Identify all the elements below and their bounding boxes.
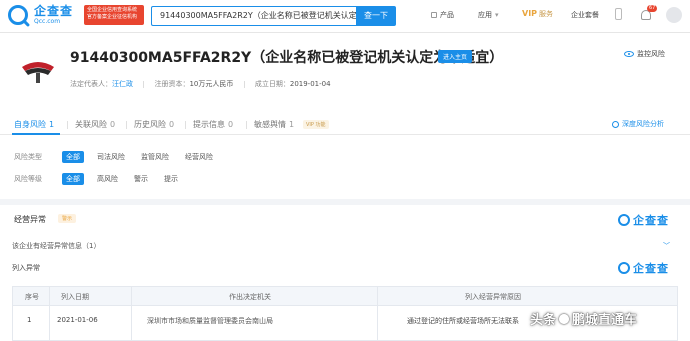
- toutiao-watermark: 头条 鹏城直通车: [530, 309, 637, 328]
- risk-level-label: 风险等级: [14, 175, 42, 183]
- watermark-name: 鹏城直通车: [572, 313, 638, 328]
- monitor-risk-button[interactable]: 监控风险: [624, 49, 665, 59]
- type-filter-judicial[interactable]: 司法风险: [93, 151, 129, 163]
- qcc-watermark: 企查查: [618, 212, 669, 228]
- table-cell: 2021-01-06: [57, 316, 98, 324]
- tab-history-risk[interactable]: 历史风险 0: [134, 119, 174, 130]
- chevron-down-icon: ▾: [495, 11, 499, 19]
- column-header: 列入经营异常原因: [465, 293, 521, 301]
- notification-count: 67: [647, 5, 658, 12]
- active-tab-indicator: [12, 133, 60, 135]
- deep-risk-analysis-link[interactable]: 深度风险分析: [612, 119, 664, 129]
- table-cell: 1: [27, 316, 32, 324]
- logo-cn-text: 企查查: [34, 4, 74, 18]
- type-filter-all[interactable]: 全部: [62, 151, 84, 163]
- type-filter-regulatory[interactable]: 监管风险: [137, 151, 173, 163]
- nav-enterprise[interactable]: 企业套餐: [571, 10, 599, 20]
- nav-products[interactable]: 产品: [431, 10, 454, 20]
- meta-divider: [243, 80, 245, 88]
- table-cell: 深圳市市场和质量监督管理委员会南山局: [147, 317, 273, 325]
- search-button[interactable]: 查一下: [356, 6, 396, 26]
- phone-icon[interactable]: [615, 8, 622, 20]
- abnormal-info-summary: 该企业有经营异常信息（1）: [12, 242, 101, 250]
- magnifier-logo-icon: [8, 5, 28, 25]
- section-divider: [0, 199, 690, 205]
- warning-tag: 警示: [58, 214, 77, 223]
- legal-rep-label: 法定代表人：: [70, 80, 112, 88]
- level-filter-high[interactable]: 高风险: [93, 173, 122, 185]
- qcc-watermark-icon: [618, 262, 630, 274]
- nav-apps[interactable]: 应用 ▾: [478, 10, 499, 20]
- tab-hint-info[interactable]: 提示信息 0: [193, 119, 233, 130]
- search-input[interactable]: 91440300MA5FFA2R2Y（企业名称已被登记机关认定: [151, 6, 356, 26]
- capital-value: 10万元人民币: [189, 80, 234, 88]
- enter-homepage-button[interactable]: 进入主页: [438, 50, 473, 63]
- qcc-logo[interactable]: 企查查 Qcc.com: [8, 5, 73, 25]
- level-filter-warning[interactable]: 警示: [130, 173, 152, 185]
- meta-divider: [143, 80, 145, 88]
- qcc-watermark-icon: [618, 214, 630, 226]
- tab-related-risk[interactable]: 关联风险 0: [75, 119, 115, 130]
- founded-label: 成立日期：: [254, 80, 290, 88]
- company-meta: 法定代表人：汪仁政 注册资本：10万元人民币 成立日期：2019-01-04: [70, 79, 331, 89]
- type-filter-operational[interactable]: 经营风险: [181, 151, 217, 163]
- nav-vip-sub: 服务: [539, 10, 554, 18]
- nav-vip[interactable]: VIP 服务: [522, 9, 553, 19]
- section-title: 经营异常: [14, 215, 46, 224]
- founded-value: 2019-01-04: [289, 80, 331, 88]
- logo-en-text: Qcc.com: [34, 18, 61, 25]
- level-filter-all[interactable]: 全部: [62, 173, 84, 185]
- risk-type-label: 风险类型: [14, 153, 42, 161]
- legal-rep-link[interactable]: 汪仁政: [112, 80, 133, 88]
- analysis-icon: [612, 120, 619, 128]
- table-header: 序号 列入日期 作出决定机关 列入经营异常原因: [13, 287, 677, 306]
- column-header: 序号: [25, 293, 39, 301]
- nav-vip-label: VIP: [522, 9, 538, 18]
- column-header: 列入日期: [61, 293, 89, 301]
- avatar[interactable]: [666, 7, 682, 23]
- nav-products-label: 产品: [440, 11, 454, 19]
- capital-label: 注册资本：: [154, 80, 190, 88]
- level-filter-hint[interactable]: 提示: [160, 173, 182, 185]
- column-header: 作出决定机关: [229, 293, 271, 301]
- products-icon: [431, 12, 437, 18]
- monitor-risk-label: 监控风险: [637, 50, 665, 58]
- company-card: 91440300MA5FFA2R2Y（企业名称已被登记机关认定为不适宜） 进入主…: [0, 33, 690, 341]
- table-cell: 通过登记的住所或经营场所无法联系: [407, 317, 519, 325]
- vip-feature-tag: VIP 功能: [303, 120, 329, 129]
- at-icon: [559, 313, 570, 324]
- chevron-down-icon[interactable]: ﹀: [663, 241, 670, 251]
- watermark-prefix: 头条: [530, 313, 557, 328]
- official-badge: 全国企业信用查询系统 官方备案企业征信机构: [84, 5, 144, 25]
- eye-icon: [624, 51, 634, 57]
- risk-tabs: 自身风险 1 关联风险 0 历史风险 0 提示信息 0 敏感舆情 1 VIP 功能 深度风…: [0, 113, 690, 135]
- qcc-watermark: 企查查: [618, 260, 669, 276]
- tab-self-risk[interactable]: 自身风险 1: [14, 119, 54, 130]
- list-abnormal-label: 列入异常: [12, 264, 40, 272]
- tab-sensitive-news[interactable]: 敏感舆情 1: [254, 119, 294, 130]
- top-bar: 企查查 Qcc.com 全国企业信用查询系统 官方备案企业征信机构 914403…: [0, 0, 690, 33]
- company-logo-icon: [22, 62, 54, 83]
- nav-apps-label: 应用: [478, 11, 492, 19]
